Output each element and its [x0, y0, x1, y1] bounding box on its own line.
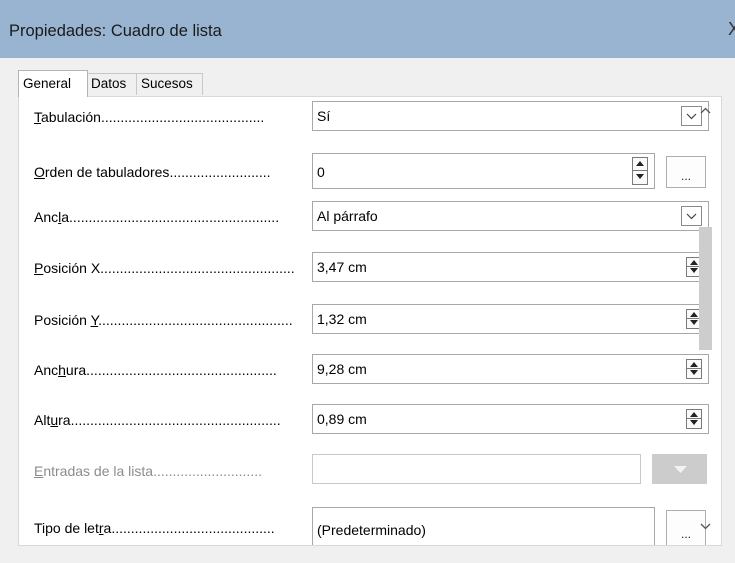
orden-tabuladores-label: Orden de tabuladores....................… [34, 164, 271, 180]
window-title: Propiedades: Cuadro de lista [9, 22, 222, 40]
altura-spinner[interactable] [686, 409, 702, 429]
ancla-label: Ancla...................................… [34, 209, 280, 225]
anchura-spinner[interactable] [686, 359, 702, 379]
orden-tabuladores-value: 0 [317, 164, 325, 180]
general-panel: Tabulación..............................… [18, 96, 722, 546]
orden-spinner[interactable] [632, 157, 648, 185]
altura-value: 0,89 cm [317, 411, 367, 427]
posicion-y-value: 1,32 cm [317, 311, 367, 327]
tipo-letra-field[interactable]: (Predeterminado) [312, 507, 655, 545]
spin-down-icon[interactable] [687, 369, 701, 378]
posicion-x-value: 3,47 cm [317, 259, 367, 275]
tipo-letra-value: (Predeterminado) [317, 522, 426, 538]
altura-field[interactable]: 0,89 cm [312, 404, 709, 434]
scrollbar-thumb[interactable] [699, 227, 712, 350]
tipo-letra-label: Tipo de letra...........................… [34, 520, 275, 536]
posicion-y-label: Posición Y..............................… [34, 312, 293, 328]
tabulacion-label: Tabulación..............................… [34, 109, 265, 125]
scroll-down-arrow-icon[interactable] [700, 523, 711, 530]
spin-up-icon[interactable] [687, 360, 701, 369]
entradas-lista-dropdown-button [652, 454, 707, 484]
tabulacion-dropdown[interactable]: Sí [312, 101, 709, 131]
chevron-down-icon [674, 466, 687, 473]
tab-sucesos[interactable]: Sucesos [136, 73, 203, 95]
scroll-up-arrow-icon[interactable] [700, 107, 711, 114]
ancla-dropdown[interactable]: Al párrafo [312, 201, 709, 231]
posicion-x-field[interactable]: 3,47 cm [312, 252, 709, 282]
chevron-down-icon[interactable] [681, 206, 702, 226]
vertical-scrollbar[interactable] [716, 97, 721, 545]
posicion-x-label: Posición X..............................… [34, 260, 295, 276]
orden-tabuladores-ellipsis-button[interactable]: ... [666, 156, 706, 188]
close-icon[interactable]: X [728, 19, 735, 40]
spin-up-icon[interactable] [633, 158, 647, 171]
entradas-lista-label: Entradas de la lista....................… [34, 463, 262, 479]
anchura-field[interactable]: 9,28 cm [312, 354, 709, 384]
altura-label: Altura..................................… [34, 412, 281, 428]
tab-general[interactable]: General [18, 70, 88, 97]
entradas-lista-field [312, 454, 641, 484]
spin-down-icon[interactable] [633, 171, 647, 184]
tab-datos[interactable]: Datos [86, 73, 137, 95]
tabulacion-value: Sí [317, 108, 331, 124]
orden-tabuladores-field[interactable]: 0 [312, 153, 655, 189]
anchura-label: Anchura.................................… [34, 362, 277, 378]
ancla-value: Al párrafo [317, 208, 378, 224]
posicion-y-field[interactable]: 1,32 cm [312, 304, 709, 334]
anchura-value: 9,28 cm [317, 361, 367, 377]
spin-down-icon[interactable] [687, 419, 701, 428]
chevron-down-icon[interactable] [681, 106, 702, 126]
spin-up-icon[interactable] [687, 410, 701, 419]
title-bar: Propiedades: Cuadro de lista X [0, 0, 735, 58]
